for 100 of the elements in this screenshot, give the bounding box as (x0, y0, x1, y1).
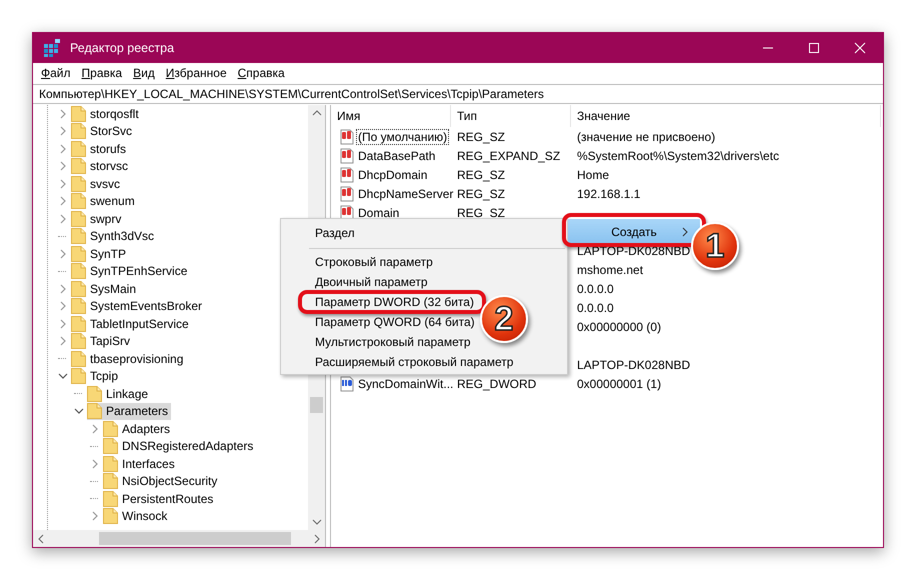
tree-item[interactable]: swprv (71, 210, 124, 228)
value-name[interactable]: DhcpDomain (356, 166, 430, 182)
folder-icon (103, 473, 118, 490)
column-header[interactable]: Имя (331, 105, 451, 127)
tree-item[interactable]: TabletInputService (71, 315, 192, 332)
address-field[interactable]: Компьютер\HKEY_LOCAL_MACHINE\SYSTEM\CurrentControlSet\Services\Tcpip\Parameters (33, 84, 883, 104)
tree-item[interactable]: SysMain (71, 280, 140, 298)
close-icon (854, 42, 866, 54)
value-name[interactable]: Domain (356, 204, 402, 220)
scroll-thumb[interactable] (99, 532, 291, 545)
chevron-right-icon[interactable] (91, 424, 99, 434)
tree-item[interactable]: TapiSrv (71, 332, 134, 350)
tree-item[interactable]: Parameters (87, 402, 172, 420)
folder-icon (87, 386, 102, 402)
chevron-down-icon[interactable] (58, 372, 68, 380)
folder-icon (103, 508, 118, 524)
menu-item[interactable]: Мультистроковый параметр (315, 335, 471, 349)
chevron-right-icon[interactable] (91, 511, 99, 522)
scroll-right-icon[interactable] (313, 534, 321, 544)
value-data: 0.0.0.0 (577, 300, 614, 314)
chevron-right-icon[interactable] (59, 161, 67, 172)
tree-item[interactable]: SynTPEnhService (71, 262, 190, 280)
tree-item[interactable]: NsiObjectSecurity (103, 472, 220, 490)
value-type: REG_SZ (457, 186, 506, 200)
chevron-right-icon[interactable] (59, 336, 67, 346)
value-data: LAPTOP-DK028NBD (577, 244, 690, 258)
tree-item[interactable]: StorSvc (71, 122, 136, 140)
folder-icon (71, 280, 86, 297)
menu-item[interactable]: Справка (232, 66, 290, 80)
menu-item[interactable]: Строковый параметр (315, 255, 433, 269)
column-header[interactable]: Тип (451, 105, 571, 127)
tree-item[interactable]: Tcpip (71, 368, 122, 385)
menu-item[interactable]: Параметр DWORD (32 бита) (315, 295, 474, 309)
value-name[interactable]: DataBasePath (356, 148, 438, 164)
string-value-icon (339, 166, 355, 182)
tree-item[interactable]: DNSRegisteredAdapters (103, 438, 256, 455)
chevron-right-icon[interactable] (59, 178, 67, 189)
tree-item[interactable]: Adapters (103, 420, 174, 438)
tree-item[interactable]: svsvc (71, 175, 123, 192)
menu-item[interactable]: Вид (127, 66, 160, 80)
chevron-right-icon[interactable] (59, 248, 67, 259)
string-value-icon (339, 128, 355, 144)
tree-item[interactable]: storvsc (71, 158, 132, 175)
value-name[interactable]: SyncDomainWit... (356, 376, 456, 392)
horizontal-scrollbar[interactable] (33, 530, 325, 547)
tree-item[interactable]: SynTP (71, 245, 130, 262)
chevron-right-icon[interactable] (59, 144, 67, 154)
column-header[interactable]: Значение (571, 105, 881, 127)
tree-item[interactable]: PersistentRoutes (103, 490, 216, 508)
value-name[interactable]: DhcpNameServer (356, 186, 456, 202)
value-data: Home (577, 168, 610, 182)
folder-icon (71, 368, 86, 384)
chevron-right-icon[interactable] (91, 458, 99, 469)
tree-item[interactable]: storqosflt (71, 105, 142, 122)
chevron-right-icon[interactable] (59, 214, 67, 224)
menu-item[interactable]: Файл (35, 66, 76, 80)
value-type: REG_SZ (457, 168, 506, 182)
tree-item[interactable]: Linkage (87, 385, 152, 402)
tree-item[interactable]: swenum (71, 192, 138, 210)
scroll-down-icon[interactable] (312, 518, 322, 526)
menu-item[interactable]: Параметр QWORD (64 бита) (315, 315, 475, 329)
menu-item[interactable]: Расширяемый строковый параметр (315, 355, 514, 369)
folder-icon (71, 176, 86, 192)
string-value-icon (339, 186, 355, 202)
menu-item[interactable]: Двоичный параметр (315, 275, 428, 289)
chevron-right-icon[interactable] (59, 301, 67, 312)
folder-icon (87, 403, 102, 420)
tree-item[interactable]: Winsock (103, 508, 170, 525)
scroll-up-icon[interactable] (312, 109, 322, 117)
folder-icon (71, 263, 86, 280)
chevron-right-icon[interactable] (59, 318, 67, 329)
tree-item[interactable]: Interfaces (103, 455, 178, 472)
menu-item[interactable]: Избранное (160, 66, 232, 80)
folder-icon (71, 140, 86, 157)
chevron-down-icon[interactable] (74, 407, 84, 416)
value-name[interactable]: (По умолчанию) (356, 128, 450, 144)
menu-item[interactable]: Создать (568, 219, 700, 245)
tree-item[interactable]: Synth3dVsc (71, 228, 158, 245)
value-data: 0x00000001 (1) (577, 376, 662, 390)
folder-icon (71, 228, 86, 244)
string-value-icon (339, 204, 355, 220)
scroll-thumb[interactable] (310, 397, 323, 413)
folder-icon (71, 193, 86, 210)
menu-item[interactable]: Правка (76, 66, 128, 80)
folder-icon (71, 246, 86, 262)
chevron-right-icon[interactable] (59, 284, 67, 294)
value-type: REG_DWORD (457, 376, 536, 390)
tree-item[interactable]: tbaseprovisioning (71, 350, 186, 368)
chevron-right-icon[interactable] (59, 108, 67, 119)
folder-icon (71, 158, 86, 174)
tree-item[interactable]: SystemEventsBroker (71, 298, 206, 315)
chevron-right-icon[interactable] (59, 126, 67, 136)
folder-icon (71, 298, 86, 314)
step-badge: 1 (691, 222, 739, 270)
value-data: LAPTOP-DK028NBD (577, 358, 690, 372)
tree-item[interactable]: storufs (71, 140, 130, 158)
menu-item[interactable]: Раздел (315, 226, 355, 240)
chevron-right-icon[interactable] (59, 196, 67, 206)
window-title: Редактор реестра (70, 41, 174, 55)
scroll-left-icon[interactable] (37, 534, 45, 544)
